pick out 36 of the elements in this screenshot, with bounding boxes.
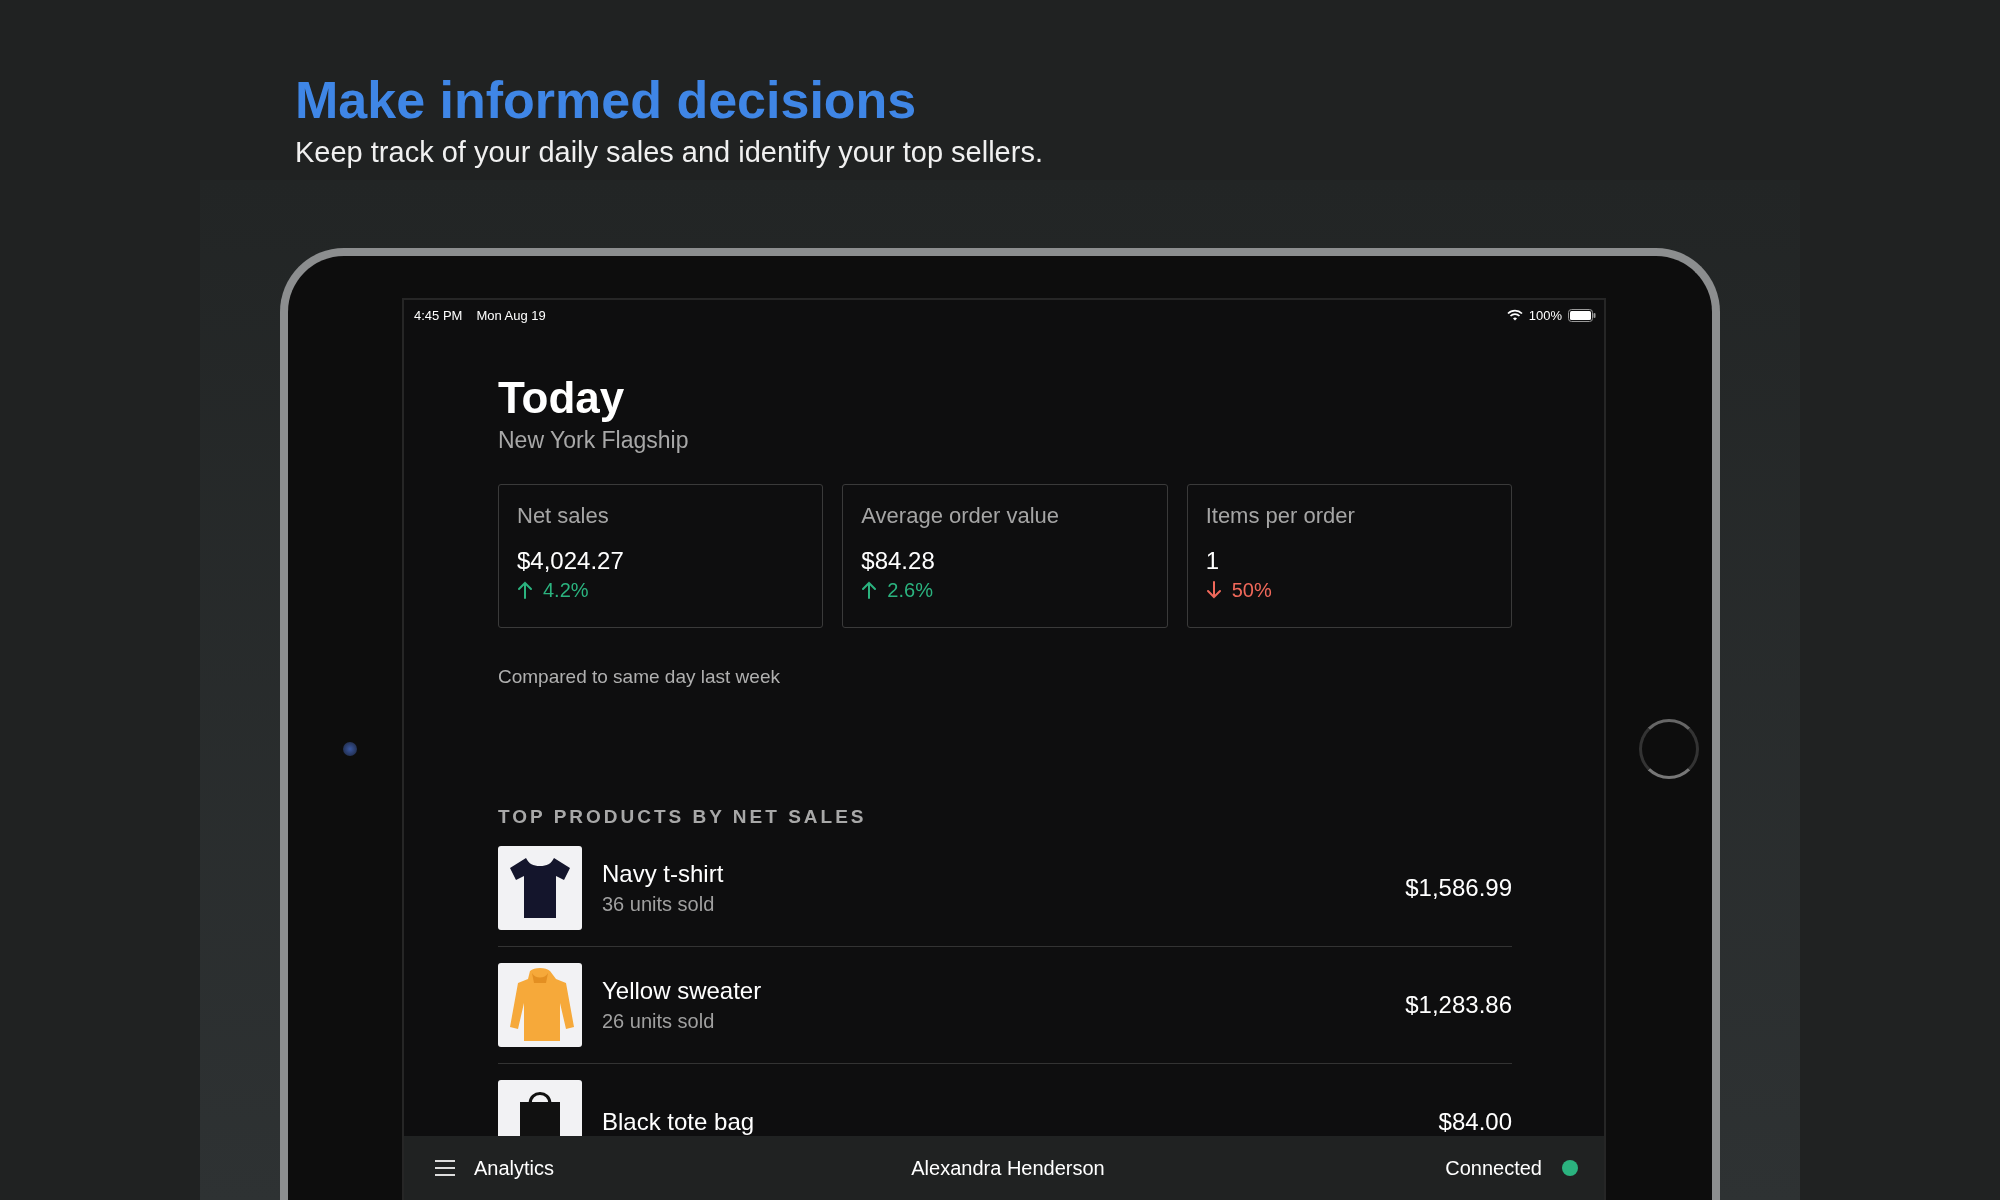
menu-icon[interactable] xyxy=(434,1159,456,1177)
product-amount: $1,586.99 xyxy=(1405,874,1512,902)
product-name: Black tote bag xyxy=(602,1107,756,1136)
status-time: 4:45 PM xyxy=(414,307,463,323)
product-row[interactable]: Yellow sweater 26 units sold $1,283.86 xyxy=(498,947,1512,1064)
metric-change: 50% xyxy=(1231,578,1272,603)
camera-icon xyxy=(343,742,357,756)
status-date: Mon Aug 19 xyxy=(476,307,546,323)
units-sold: 36 units sold xyxy=(602,892,716,917)
metric-change: 2.6% xyxy=(887,578,933,603)
metric-label: Items per order xyxy=(1205,502,1356,530)
headline: Make informed decisions xyxy=(295,70,918,131)
comparison-note: Compared to same day last week xyxy=(498,665,781,689)
product-name: Yellow sweater xyxy=(602,976,763,1006)
section-title: TOP PRODUCTS BY NET SALES xyxy=(498,805,868,829)
section-name[interactable]: Analytics xyxy=(474,1156,830,1180)
store-name: New York Flagship xyxy=(498,426,690,455)
product-amount: $84.00 xyxy=(1438,1108,1512,1136)
metric-label: Net sales xyxy=(517,502,610,530)
wifi-icon xyxy=(1506,309,1523,321)
battery-icon xyxy=(1568,308,1596,322)
subheadline: Keep track of your daily sales and identify your top sellers. xyxy=(295,135,1044,170)
user-name: Alexandra Henderson xyxy=(910,1156,1106,1180)
metric-value: $4,024.27 xyxy=(517,546,625,576)
product-row[interactable]: Navy t-shirt 36 units sold $1,586.99 xyxy=(498,830,1512,947)
home-button[interactable] xyxy=(1639,719,1699,779)
metric-value: 1 xyxy=(1205,546,1220,576)
page-title: Today xyxy=(498,372,626,424)
connection-status: Connected xyxy=(1444,1156,1542,1180)
battery-percent: 100% xyxy=(1528,307,1562,323)
product-name: Navy t-shirt xyxy=(602,859,725,889)
units-sold: 26 units sold xyxy=(602,1009,716,1034)
metric-label: Average order value xyxy=(861,502,1061,530)
metric-value: $84.28 xyxy=(861,546,936,576)
metric-change: 4.2% xyxy=(543,578,589,603)
product-amount: $1,283.86 xyxy=(1405,991,1512,1019)
